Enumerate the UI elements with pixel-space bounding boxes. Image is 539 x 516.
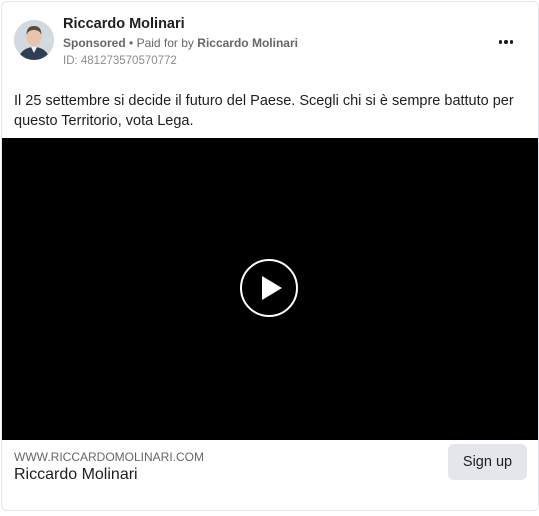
paid-for-by-label: Paid for by bbox=[136, 36, 194, 50]
video-player[interactable] bbox=[2, 138, 538, 440]
paid-for-by-name: Riccardo Molinari bbox=[197, 36, 298, 50]
sponsorship-line: Sponsored • Paid for by Riccardo Molinar… bbox=[63, 36, 298, 50]
link-url[interactable]: WWW.RICCARDOMOLINARI.COM bbox=[14, 450, 204, 464]
separator-dot: • bbox=[129, 36, 134, 50]
link-title[interactable]: Riccardo Molinari bbox=[14, 466, 138, 484]
sponsored-label: Sponsored bbox=[63, 36, 126, 50]
ad-id: ID: 481273570570772 bbox=[63, 55, 177, 67]
ad-card: Riccardo Molinari Sponsored • Paid for b… bbox=[1, 1, 539, 511]
advertiser-avatar[interactable] bbox=[14, 20, 54, 60]
play-icon[interactable] bbox=[240, 259, 298, 317]
ad-body-text: Il 25 settembre si decide il futuro del … bbox=[14, 93, 514, 129]
more-options-icon[interactable] bbox=[494, 32, 518, 52]
advertiser-name[interactable]: Riccardo Molinari bbox=[63, 16, 185, 32]
sign-up-button[interactable]: Sign up bbox=[448, 444, 527, 480]
